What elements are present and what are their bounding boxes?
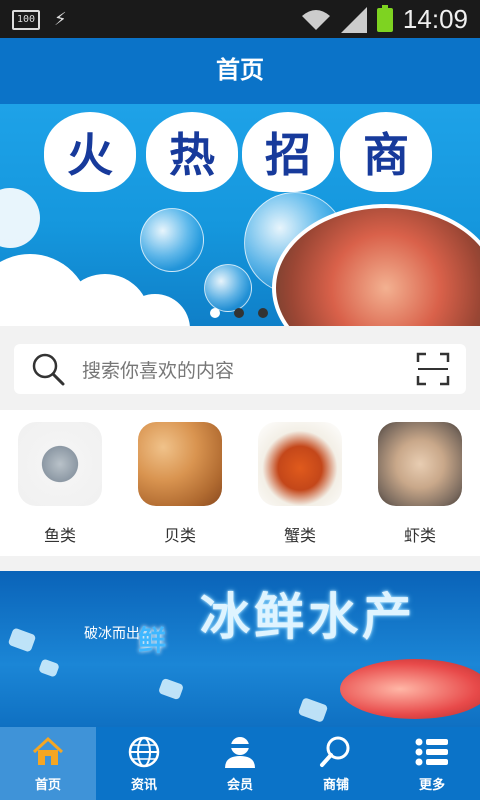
category-crab[interactable]: 蟹类 <box>255 410 345 556</box>
carousel-dot[interactable] <box>258 308 268 318</box>
ice-decoration <box>157 677 185 701</box>
category-shrimp[interactable]: 虾类 <box>375 410 465 556</box>
page-title: 首页 <box>216 57 264 84</box>
search-placeholder: 搜索你喜欢的内容 <box>82 359 235 382</box>
banner-headline-char: 热 <box>146 112 238 192</box>
tab-label: 更多 <box>418 778 445 793</box>
ice-decoration <box>297 697 329 723</box>
scan-icon[interactable] <box>416 352 450 386</box>
tab-label: 首页 <box>34 778 61 793</box>
app-header: 首页 <box>0 38 480 104</box>
promo-banner[interactable]: 破冰而出 鲜 冰鲜水产 <box>0 571 480 727</box>
usb-icon: ⚡︎ <box>54 9 67 30</box>
ice-decoration <box>7 627 37 653</box>
carousel-indicator <box>210 308 268 318</box>
shellfish-image <box>138 422 222 506</box>
search-section: 搜索你喜欢的内容 <box>0 326 480 410</box>
tab-shops[interactable]: 商铺 <box>288 727 384 800</box>
signal-icon <box>340 6 367 33</box>
category-shellfish[interactable]: 贝类 <box>135 410 225 556</box>
promo-tag-big: 鲜 <box>138 624 167 657</box>
promo-title: 冰鲜水产 <box>200 587 416 646</box>
banner-headline-char: 火 <box>44 112 136 192</box>
tab-label: 资讯 <box>130 778 157 793</box>
category-label: 虾类 <box>403 526 436 545</box>
red-fish-image <box>340 659 480 719</box>
status-bar: 100 ⚡︎ 14:09 <box>0 0 480 38</box>
category-label: 鱼类 <box>43 526 76 545</box>
battery-icon <box>376 4 393 32</box>
tab-label: 会员 <box>226 778 253 793</box>
tab-home[interactable]: 首页 <box>0 727 96 800</box>
clock: 14:09 <box>402 4 468 34</box>
home-icon <box>32 736 64 765</box>
tab-news[interactable]: 资讯 <box>96 727 192 800</box>
category-fish[interactable]: 鱼类 <box>15 410 105 556</box>
carousel-dot-active[interactable] <box>210 308 220 318</box>
user-icon <box>225 737 255 768</box>
shrimp-image <box>378 422 462 506</box>
category-label: 贝类 <box>163 526 196 545</box>
wifi-icon <box>301 9 330 30</box>
banner-headline-char: 招 <box>242 112 334 192</box>
shrimp-bubble-image <box>140 208 204 272</box>
fish-image <box>18 422 102 506</box>
fish-bubble-image <box>204 264 252 312</box>
bottom-tab-bar: 首页 资讯 会员 商铺 更多 <box>0 727 480 800</box>
search-icon <box>32 353 65 386</box>
wave-decoration <box>0 188 40 248</box>
search-input[interactable]: 搜索你喜欢的内容 <box>14 344 466 394</box>
tab-more[interactable]: 更多 <box>384 727 480 800</box>
search-icon <box>320 736 350 767</box>
battery-saver-icon: 100 <box>12 9 40 30</box>
crab-image <box>258 422 342 506</box>
carousel-dot[interactable] <box>234 308 244 318</box>
promo-tag-small: 破冰而出 <box>84 626 140 642</box>
globe-icon <box>128 736 160 768</box>
category-label: 蟹类 <box>283 526 316 545</box>
tab-label: 商铺 <box>322 778 349 793</box>
banner-carousel[interactable]: 火 热 招 商 <box>0 104 480 326</box>
banner-headline-char: 商 <box>340 112 432 192</box>
tab-member[interactable]: 会员 <box>192 727 288 800</box>
list-icon <box>415 738 448 766</box>
ice-decoration <box>38 658 60 678</box>
category-grid: 鱼类 贝类 蟹类 虾类 <box>0 410 480 556</box>
